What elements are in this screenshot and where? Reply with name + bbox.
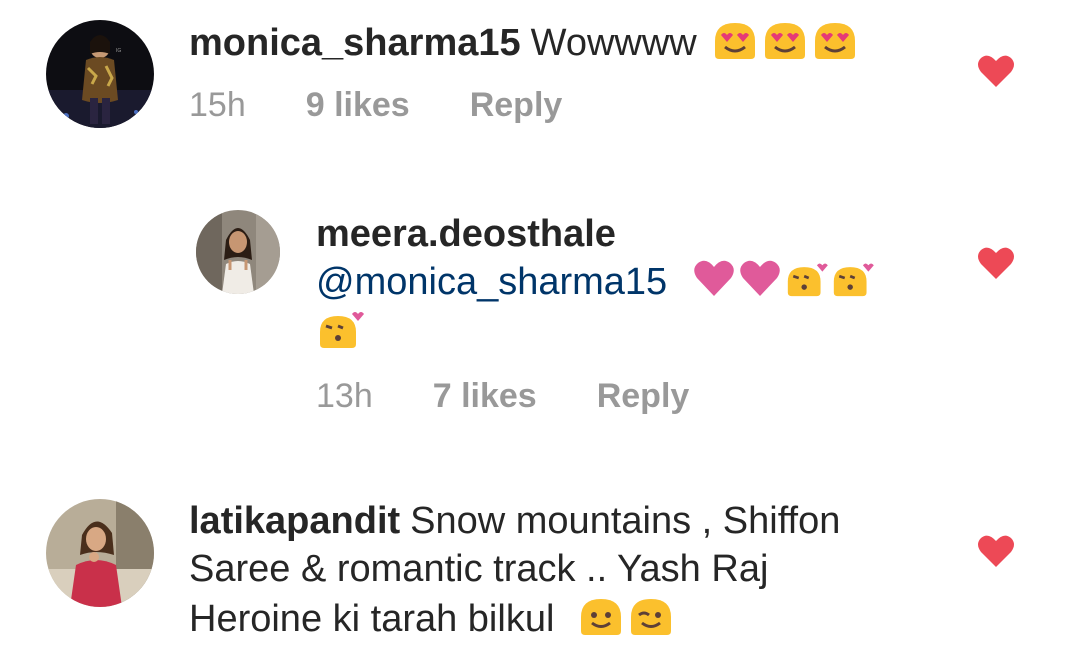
comment-timestamp: 15h	[189, 86, 246, 124]
comment-timestamp: 13h	[316, 377, 373, 415]
comment-meta-meera: 13h 7 likes Reply	[316, 377, 689, 416]
comment-meta-monica: 15h 9 likes Reply	[189, 86, 562, 125]
comment-username[interactable]: meera.deosthale	[316, 213, 616, 255]
like-heart-icon[interactable]	[977, 534, 1015, 568]
kiss-face-icon	[316, 306, 364, 350]
comment-text: Wowwww	[530, 22, 697, 64]
svg-text:IG: IG	[116, 48, 121, 54]
kiss-face-icon	[784, 258, 828, 298]
avatar-meera[interactable]	[196, 210, 280, 294]
comment-body-monica: monica_sharma15 Wowwww	[189, 17, 859, 67]
comment-text-line-2: Saree & romantic track .. Yash Raj	[189, 548, 769, 590]
comment-username[interactable]: monica_sharma15	[189, 22, 521, 64]
like-heart-icon[interactable]	[977, 246, 1015, 280]
reply-button[interactable]: Reply	[597, 377, 690, 416]
kiss-face-icon	[830, 258, 874, 298]
comment-body-meera: meera.deosthale @monica_sharma15	[316, 210, 874, 356]
pink-heart-icon	[738, 258, 782, 298]
pink-heart-icon	[692, 258, 736, 298]
comment-text-line-1: Snow mountains , Shiffon	[410, 500, 841, 542]
comment-likes-count[interactable]: 7 likes	[433, 377, 537, 416]
wink-face-icon	[627, 593, 675, 637]
comment-body-latika: latikapandit Snow mountains , Shiffon Sar…	[189, 497, 840, 643]
avatar-latika[interactable]	[46, 499, 154, 607]
smile-face-icon	[577, 593, 625, 637]
comment-text-line-3: Heroine ki tarah bilkul	[189, 598, 555, 640]
heart-eyes-icon	[761, 17, 809, 61]
heart-eyes-icon	[811, 17, 859, 61]
reply-button[interactable]: Reply	[470, 86, 563, 125]
avatar-monica[interactable]: IG	[46, 20, 154, 128]
comment-likes-count[interactable]: 9 likes	[306, 86, 410, 125]
heart-eyes-icon	[711, 17, 759, 61]
like-heart-icon[interactable]	[977, 54, 1015, 88]
mention-link[interactable]: @monica_sharma15	[316, 261, 667, 303]
comment-username[interactable]: latikapandit	[189, 500, 400, 542]
